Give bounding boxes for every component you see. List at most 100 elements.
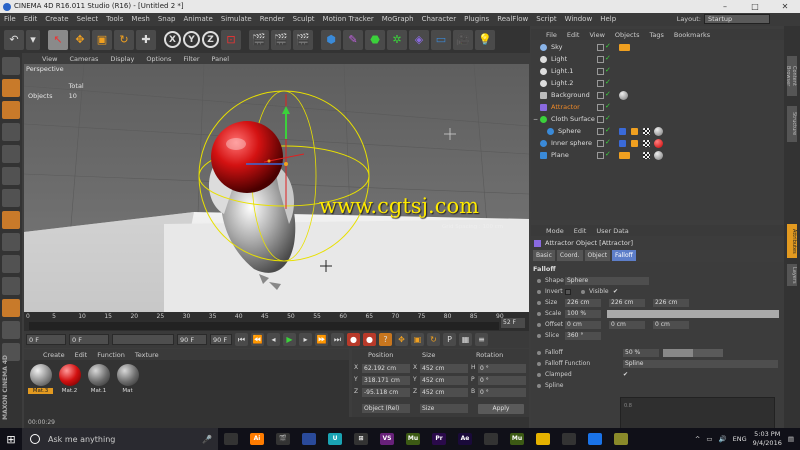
- material-tag-icon[interactable]: [619, 91, 628, 100]
- menu-script[interactable]: Script: [532, 13, 560, 26]
- taskbar-app-icon[interactable]: [296, 428, 322, 450]
- close-button[interactable]: ✕: [770, 0, 800, 13]
- attr-menu-mode[interactable]: Mode: [541, 227, 569, 235]
- menu-simulate[interactable]: Simulate: [217, 13, 256, 26]
- position-key-button[interactable]: ✥: [395, 333, 408, 346]
- tab-attributes[interactable]: Attributes: [787, 224, 797, 258]
- undo-icon[interactable]: ↶: [4, 29, 24, 50]
- taskbar-app-icon[interactable]: [556, 428, 582, 450]
- material-menu-function[interactable]: Function: [92, 351, 130, 359]
- menu-edit[interactable]: Edit: [20, 13, 42, 26]
- shape-dropdown[interactable]: Sphere: [565, 277, 649, 285]
- position-x-field[interactable]: 62.192 cm: [362, 364, 410, 373]
- menu-create[interactable]: Create: [41, 13, 72, 26]
- z-axis-lock-button[interactable]: Z: [202, 31, 219, 48]
- action-center-icon[interactable]: ▤: [788, 435, 794, 443]
- parameter-key-button[interactable]: P: [443, 333, 456, 346]
- objects-menu-tags[interactable]: Tags: [644, 31, 668, 39]
- rotation-p-field[interactable]: 0 °: [478, 376, 526, 385]
- current-frame-input[interactable]: 0 F: [69, 334, 109, 345]
- visibility-flags[interactable]: [597, 101, 611, 112]
- visibility-flags[interactable]: [597, 125, 611, 136]
- objects-menu-objects[interactable]: Objects: [610, 31, 645, 39]
- tab-falloff[interactable]: Falloff: [612, 250, 636, 261]
- previous-frame-button[interactable]: ◂: [267, 333, 280, 346]
- rotation-key-button[interactable]: ↻: [427, 333, 440, 346]
- tray-up-arrow-icon[interactable]: ^: [695, 435, 700, 443]
- material-tag-icon[interactable]: [654, 151, 663, 160]
- tweak-mode-icon[interactable]: [2, 233, 20, 251]
- position-y-field[interactable]: 318.171 cm: [362, 376, 410, 385]
- scale-key-button[interactable]: ▣: [411, 333, 424, 346]
- x-axis-lock-button[interactable]: X: [164, 31, 181, 48]
- objects-menu-bookmarks[interactable]: Bookmarks: [669, 31, 715, 39]
- previous-key-button[interactable]: ⏪: [251, 333, 264, 346]
- scale-icon[interactable]: ▣: [92, 29, 112, 50]
- checker-tag-icon[interactable]: [643, 128, 650, 135]
- next-key-button[interactable]: ⏩: [315, 333, 328, 346]
- visibility-flags[interactable]: [597, 113, 611, 124]
- texture-mode-icon[interactable]: [2, 101, 20, 119]
- invert-checkbox[interactable]: [565, 289, 571, 295]
- magnet-icon[interactable]: [2, 299, 20, 317]
- timeline-ruler[interactable]: [29, 322, 499, 340]
- slice-input[interactable]: 360 °: [565, 332, 601, 340]
- workplane-icon[interactable]: [2, 123, 20, 141]
- taskbar-app-icon[interactable]: Pr: [426, 428, 452, 450]
- windows-start-icon[interactable]: ⊞: [0, 428, 22, 450]
- viewport-menu-display[interactable]: Display: [104, 55, 140, 63]
- viewport-menu-cameras[interactable]: Cameras: [63, 55, 104, 63]
- model-mode-icon[interactable]: [2, 79, 20, 97]
- render-settings-icon[interactable]: 🎬: [293, 29, 313, 50]
- menu-tools[interactable]: Tools: [102, 13, 127, 26]
- timeline[interactable]: 0 5 10 15 20 25 30 35 40 45 50 55 60 65 70 75 80 85 90 52 …: [24, 312, 529, 340]
- start-frame-field[interactable]: 0 F: [26, 334, 66, 345]
- object-row-plane[interactable]: Plane: [531, 149, 784, 161]
- material-tag-icon[interactable]: [654, 127, 663, 136]
- coordinate-mode-dropdown[interactable]: Object (Rel): [362, 404, 410, 413]
- object-row-cloth-surface[interactable]: − Cloth Surface: [531, 113, 784, 125]
- object-row-light-2[interactable]: Light.2: [531, 77, 784, 89]
- objects-menu-edit[interactable]: Edit: [562, 31, 585, 39]
- record-button[interactable]: ●: [347, 333, 360, 346]
- taskbar-app-icon[interactable]: U: [322, 428, 348, 450]
- material-menu-create[interactable]: Create: [38, 351, 70, 359]
- size-z-field[interactable]: 452 cm: [420, 388, 468, 397]
- material-menu-edit[interactable]: Edit: [70, 351, 93, 359]
- tab-coord[interactable]: Coord.: [556, 250, 583, 261]
- material-item[interactable]: Mat.2: [57, 364, 82, 413]
- menu-mesh[interactable]: Mesh: [127, 13, 153, 26]
- floor-icon[interactable]: ▭: [431, 29, 451, 50]
- recent-tools-icon[interactable]: ✚: [136, 29, 156, 50]
- clamped-checkbox[interactable]: ✔: [623, 370, 628, 380]
- taskbar-app-icon[interactable]: ⊞: [348, 428, 374, 450]
- volume-icon[interactable]: 🔊: [719, 435, 727, 443]
- min-frame-slider[interactable]: [112, 334, 174, 345]
- taskbar-app-icon[interactable]: Mu: [504, 428, 530, 450]
- menu-motion-tracker[interactable]: Motion Tracker: [319, 13, 378, 26]
- maximize-button[interactable]: □: [740, 0, 770, 13]
- checker-tag-icon[interactable]: [643, 140, 650, 147]
- size-y-field[interactable]: 452 cm: [420, 376, 468, 385]
- visibility-flags[interactable]: [597, 149, 611, 160]
- phong-tag-icon[interactable]: [619, 128, 626, 135]
- live-selection-icon[interactable]: ↖: [48, 29, 68, 50]
- objects-menu-file[interactable]: File: [541, 31, 562, 39]
- viewport-menu-filter[interactable]: Filter: [177, 55, 205, 63]
- cloth-tag-icon[interactable]: [631, 128, 638, 135]
- end-frame-field[interactable]: 90 F: [210, 334, 232, 345]
- viewport-menu-options[interactable]: Options: [140, 55, 177, 63]
- rotation-h-field[interactable]: 0 °: [478, 364, 526, 373]
- scale-slider[interactable]: [607, 310, 779, 318]
- size-y-input[interactable]: 226 cm: [609, 299, 645, 307]
- taskbar-app-icon[interactable]: [608, 428, 634, 450]
- taskbar-app-icon[interactable]: [530, 428, 556, 450]
- size-z-input[interactable]: 226 cm: [653, 299, 689, 307]
- attr-menu-edit[interactable]: Edit: [569, 227, 592, 235]
- viewport-menu-panel[interactable]: Panel: [206, 55, 236, 63]
- rotate-icon[interactable]: ↻: [114, 29, 134, 50]
- offset-z-input[interactable]: 0 cm: [653, 321, 689, 329]
- microphone-icon[interactable]: 🎤: [202, 435, 212, 444]
- taskbar-app-icon[interactable]: 🎬: [270, 428, 296, 450]
- visibility-flags[interactable]: [597, 65, 611, 76]
